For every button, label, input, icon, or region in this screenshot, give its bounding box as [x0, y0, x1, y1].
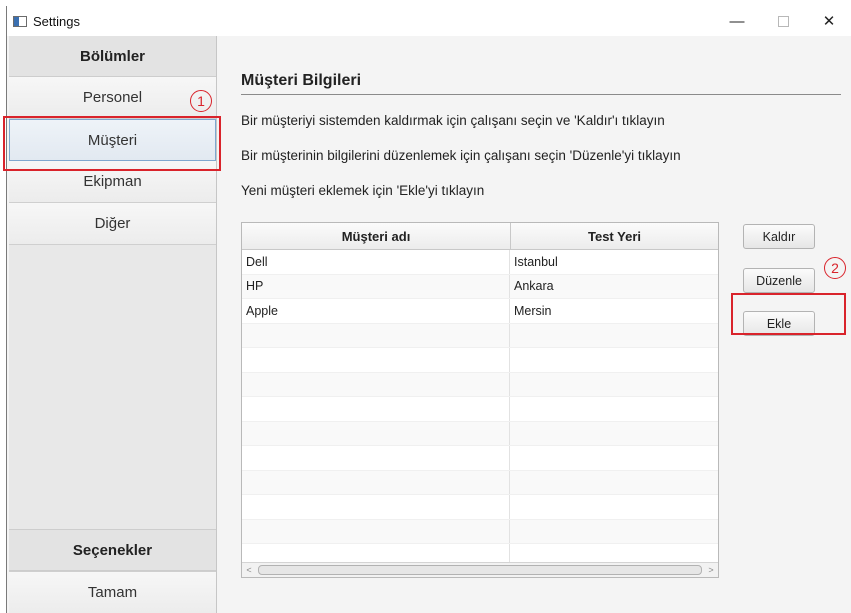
scroll-left-icon[interactable]: <: [242, 565, 256, 575]
empty-row: [242, 519, 718, 544]
table-row[interactable]: Apple Mersin: [242, 299, 718, 324]
empty-row: [242, 446, 718, 471]
window-controls: — ✕: [714, 6, 851, 36]
cell-customer-name: Dell: [242, 250, 510, 274]
cell-test-location: Mersin: [514, 303, 552, 318]
sidebar-item-personel[interactable]: Personel: [9, 77, 216, 119]
app-icon: [13, 15, 27, 27]
highlight-box-musteri: [3, 116, 221, 171]
close-icon[interactable]: ✕: [806, 6, 851, 36]
table-row[interactable]: HP Ankara: [242, 274, 718, 299]
empty-row: [242, 421, 718, 446]
table-row[interactable]: Dell Istanbul: [242, 250, 718, 275]
callout-badge-2: 2: [824, 257, 846, 279]
page-title: Müşteri Bilgileri: [241, 72, 362, 89]
scrollbar-thumb[interactable]: [258, 565, 702, 575]
title-divider: [241, 94, 841, 95]
column-header-customer-name[interactable]: Müşteri adı: [242, 223, 511, 249]
empty-row: [242, 372, 718, 397]
horizontal-scrollbar[interactable]: < >: [242, 562, 718, 577]
empty-row: [242, 348, 718, 373]
empty-row: [242, 495, 718, 520]
cell-test-location: Ankara: [514, 279, 554, 294]
instruction-remove: Bir müşteriyi sistemden kaldırmak için ç…: [241, 113, 665, 128]
title-bar: Settings — ✕: [7, 6, 851, 36]
instruction-add: Yeni müşteri eklemek için 'Ekle'yi tıkla…: [241, 183, 485, 198]
callout-badge-1: 1: [190, 90, 212, 112]
column-header-test-location[interactable]: Test Yeri: [511, 223, 718, 249]
scroll-right-icon[interactable]: >: [704, 565, 718, 575]
sidebar-sections-header: Bölümler: [9, 36, 216, 77]
highlight-box-add: [731, 293, 846, 335]
empty-row: [242, 323, 718, 348]
sidebar-options-header: Seçenekler: [9, 529, 216, 571]
sidebar-options: Seçenekler Tamam: [9, 529, 216, 613]
cell-customer-name: HP: [242, 274, 510, 298]
customer-table[interactable]: Müşteri adı Test Yeri Dell Istanbul HP A…: [241, 222, 719, 578]
empty-row: [242, 470, 718, 495]
table-header: Müşteri adı Test Yeri: [242, 223, 718, 250]
minimize-icon[interactable]: —: [714, 6, 760, 36]
table-body: Dell Istanbul HP Ankara Apple Mersin: [242, 250, 718, 569]
ok-button[interactable]: Tamam: [9, 571, 216, 613]
edit-button[interactable]: Düzenle: [743, 268, 815, 293]
remove-button[interactable]: Kaldır: [743, 224, 815, 249]
cell-test-location: Istanbul: [514, 254, 558, 269]
empty-row: [242, 397, 718, 422]
window-title: Settings: [33, 13, 80, 29]
cell-customer-name: Apple: [242, 299, 510, 323]
instruction-edit: Bir müşterinin bilgilerini düzenlemek iç…: [241, 148, 681, 163]
sidebar-item-diger[interactable]: Diğer: [9, 203, 216, 245]
settings-window: Settings — ✕ Bölümler Personel Müşteri E…: [6, 6, 851, 613]
maximize-icon[interactable]: [760, 6, 806, 36]
